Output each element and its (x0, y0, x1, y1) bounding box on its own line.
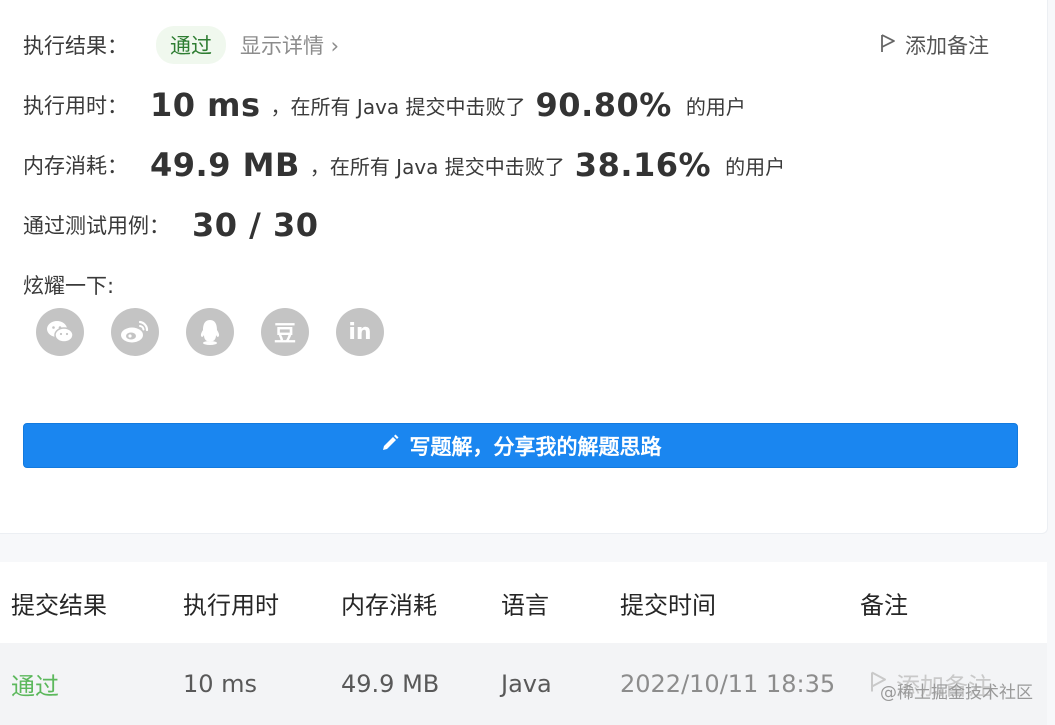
memory-value: 49.9 MB (150, 146, 300, 184)
tests-label: 通过测试用例： (23, 214, 170, 238)
result-panel: 执行结果： 通过 显示详情 › 添加备注 执行用时： 10 ms ，在所有 Ja… (0, 0, 1048, 534)
status-badge: 通过 (156, 26, 226, 64)
linkedin-icon[interactable]: in (336, 308, 384, 356)
header-memory: 内存消耗 (341, 591, 437, 619)
memory-label: 内存消耗： (23, 154, 128, 178)
runtime-row: 执行用时： 10 ms ，在所有 Java 提交中击败了 90.80% 的用户 (23, 86, 746, 124)
header-time: 提交时间 (620, 591, 716, 619)
write-solution-label: 写题解，分享我的解题思路 (409, 434, 662, 459)
runtime-suffix: 的用户 (685, 94, 746, 119)
douban-glyph: 豆 (273, 322, 296, 347)
wechat-icon[interactable] (36, 308, 84, 356)
qq-icon[interactable] (186, 308, 234, 356)
flag-icon (879, 33, 897, 58)
watermark: @稀土掘金技术社区 (880, 683, 1033, 703)
row-runtime: 10 ms (183, 670, 258, 698)
share-label: 炫耀一下: (23, 274, 115, 298)
pencil-icon (380, 433, 400, 458)
result-row: 执行结果： 通过 显示详情 › (23, 26, 339, 64)
header-status: 提交结果 (11, 591, 107, 619)
weibo-icon[interactable] (111, 308, 159, 356)
share-row: 炫耀一下: (23, 270, 114, 300)
runtime-beat-text: ，在所有 Java 提交中击败了 (270, 94, 526, 119)
row-status[interactable]: 通过 (11, 667, 59, 702)
linkedin-glyph: in (348, 319, 372, 345)
header-note: 备注 (860, 591, 908, 619)
row-time: 2022/10/11 18:35 (620, 670, 836, 698)
runtime-label: 执行用时： (23, 94, 128, 118)
memory-row: 内存消耗： 49.9 MB ，在所有 Java 提交中击败了 38.16% 的用… (23, 146, 785, 184)
row-language: Java (501, 670, 552, 698)
runtime-percent: 90.80% (535, 86, 672, 124)
memory-percent: 38.16% (574, 146, 712, 184)
row-memory: 49.9 MB (341, 670, 440, 698)
douban-icon[interactable]: 豆 (261, 308, 309, 356)
show-details-link[interactable]: 显示详情 › (240, 30, 339, 60)
header-language: 语言 (501, 591, 549, 619)
tests-row: 通过测试用例： 30 / 30 (23, 206, 319, 244)
tests-value: 30 / 30 (192, 206, 319, 244)
add-note-button[interactable]: 添加备注 (879, 30, 989, 60)
add-note-label: 添加备注 (905, 34, 989, 58)
runtime-value: 10 ms (150, 86, 261, 124)
memory-beat-text: ，在所有 Java 提交中击败了 (309, 154, 565, 179)
share-icons: 豆 in (36, 308, 384, 356)
write-solution-button[interactable]: 写题解，分享我的解题思路 (23, 423, 1018, 468)
memory-suffix: 的用户 (725, 154, 786, 179)
table-header: 提交结果 执行用时 内存消耗 语言 提交时间 备注 (0, 562, 1047, 643)
result-label: 执行结果： (23, 34, 128, 58)
header-runtime: 执行用时 (183, 591, 279, 619)
